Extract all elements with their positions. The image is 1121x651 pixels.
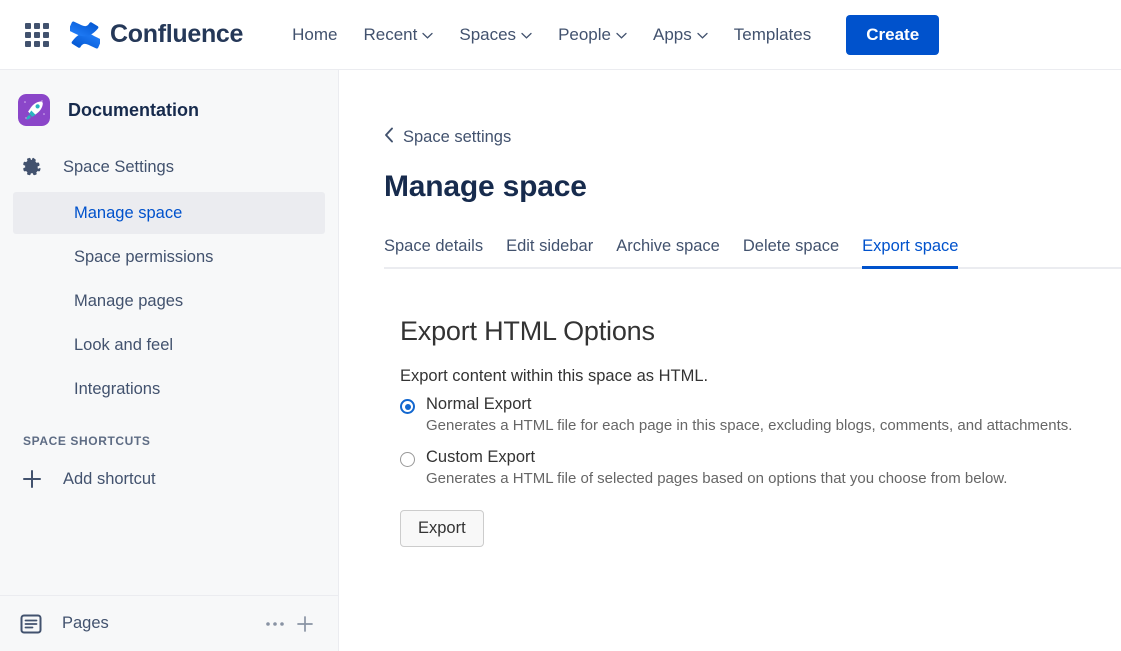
nav-link-apps[interactable]: Apps [640, 17, 721, 53]
nav-link-people-label: People [558, 25, 611, 45]
sidebar-item-look-and-feel[interactable]: Look and feel [13, 324, 325, 366]
tab-export-space[interactable]: Export space [862, 231, 958, 269]
main-content: Space settings Manage space Space detail… [340, 70, 1121, 651]
nav-link-templates[interactable]: Templates [721, 17, 824, 53]
confluence-brand[interactable]: Confluence [70, 20, 243, 50]
sidebar-item-space-settings-label: Space Settings [63, 158, 174, 177]
create-button[interactable]: Create [846, 15, 939, 55]
space-sidebar: Documentation Space Settings Manage spac… [0, 70, 339, 651]
gear-icon [19, 154, 45, 180]
sidebar-footer: Pages [0, 595, 338, 651]
tab-space-details[interactable]: Space details [384, 231, 483, 269]
rocket-avatar-icon [18, 94, 50, 126]
chevron-down-icon [616, 32, 627, 39]
tab-archive-space[interactable]: Archive space [616, 231, 720, 269]
sidebar-item-space-settings[interactable]: Space Settings [13, 147, 325, 187]
export-submit-button[interactable]: Export [400, 510, 484, 547]
nav-link-home-label: Home [292, 25, 337, 45]
radio-custom-export-hint: Generates a HTML file of selected pages … [426, 470, 1121, 487]
sidebar-item-look-and-feel-label: Look and feel [74, 336, 173, 355]
sidebar-item-space-permissions[interactable]: Space permissions [13, 236, 325, 278]
nav-link-spaces[interactable]: Spaces [446, 17, 545, 53]
breadcrumb-label: Space settings [403, 128, 511, 147]
sidebar-item-add-shortcut[interactable]: Add shortcut [13, 459, 325, 499]
space-tabs: Space details Edit sidebar Archive space… [384, 231, 1121, 269]
nav-link-people[interactable]: People [545, 17, 640, 53]
space-name: Documentation [68, 100, 199, 121]
radio-normal-export-label: Normal Export [426, 395, 531, 414]
nav-link-apps-label: Apps [653, 25, 692, 45]
sidebar-item-integrations-label: Integrations [74, 380, 160, 399]
sidebar-item-manage-pages-label: Manage pages [74, 292, 183, 311]
tab-export-space-label: Export space [862, 237, 958, 255]
sidebar-footer-pages-label[interactable]: Pages [62, 614, 109, 633]
tab-archive-space-label: Archive space [616, 237, 720, 255]
export-options-description: Export content within this space as HTML… [400, 367, 1121, 386]
sidebar-item-manage-pages[interactable]: Manage pages [13, 280, 325, 322]
space-header[interactable]: Documentation [0, 70, 338, 142]
sidebar-item-manage-space[interactable]: Manage space [13, 192, 325, 234]
tab-delete-space-label: Delete space [743, 237, 839, 255]
radio-option-normal-export[interactable]: Normal Export [400, 395, 1121, 414]
radio-normal-export-indicator[interactable] [400, 399, 415, 414]
nav-link-recent-label: Recent [363, 25, 417, 45]
page-title: Manage space [384, 170, 1121, 204]
tab-space-details-label: Space details [384, 237, 483, 255]
nav-link-templates-label: Templates [734, 25, 811, 45]
export-options-panel: Export HTML Options Export content withi… [400, 316, 1121, 547]
pages-icon [18, 611, 44, 637]
radio-custom-export-indicator[interactable] [400, 452, 415, 467]
breadcrumb-back-space-settings[interactable]: Space settings [384, 127, 511, 148]
radio-option-custom-export[interactable]: Custom Export [400, 448, 1121, 467]
add-page-plus-icon[interactable] [290, 609, 320, 639]
tab-edit-sidebar[interactable]: Edit sidebar [506, 231, 593, 269]
primary-nav-links: Home Recent Spaces People Apps [279, 17, 824, 53]
radio-custom-export-label: Custom Export [426, 448, 535, 467]
nav-link-spaces-label: Spaces [459, 25, 516, 45]
chevron-down-icon [422, 32, 433, 39]
sidebar-item-manage-space-label: Manage space [74, 204, 182, 223]
nav-link-home[interactable]: Home [279, 17, 350, 53]
chevron-down-icon [521, 32, 532, 39]
chevron-down-icon [697, 32, 708, 39]
confluence-logo-icon [70, 20, 100, 50]
export-type-radio-group: Normal Export Generates a HTML file for … [400, 395, 1121, 487]
radio-normal-export-hint: Generates a HTML file for each page in t… [426, 417, 1121, 434]
brand-name: Confluence [110, 20, 243, 49]
plus-icon [19, 466, 45, 492]
sidebar-item-integrations[interactable]: Integrations [13, 368, 325, 410]
space-shortcuts-heading: SPACE SHORTCUTS [0, 412, 338, 454]
ellipsis-icon[interactable] [260, 609, 290, 639]
tab-edit-sidebar-label: Edit sidebar [506, 237, 593, 255]
top-navigation-bar: Confluence Home Recent Spaces People App… [0, 0, 1121, 70]
tab-delete-space[interactable]: Delete space [743, 231, 839, 269]
export-options-heading: Export HTML Options [400, 316, 1121, 347]
nav-link-recent[interactable]: Recent [350, 17, 446, 53]
chevron-left-icon [384, 127, 394, 148]
sidebar-item-add-shortcut-label: Add shortcut [63, 470, 156, 489]
sidebar-item-space-permissions-label: Space permissions [74, 248, 213, 267]
grid-apps-icon[interactable] [24, 22, 50, 48]
